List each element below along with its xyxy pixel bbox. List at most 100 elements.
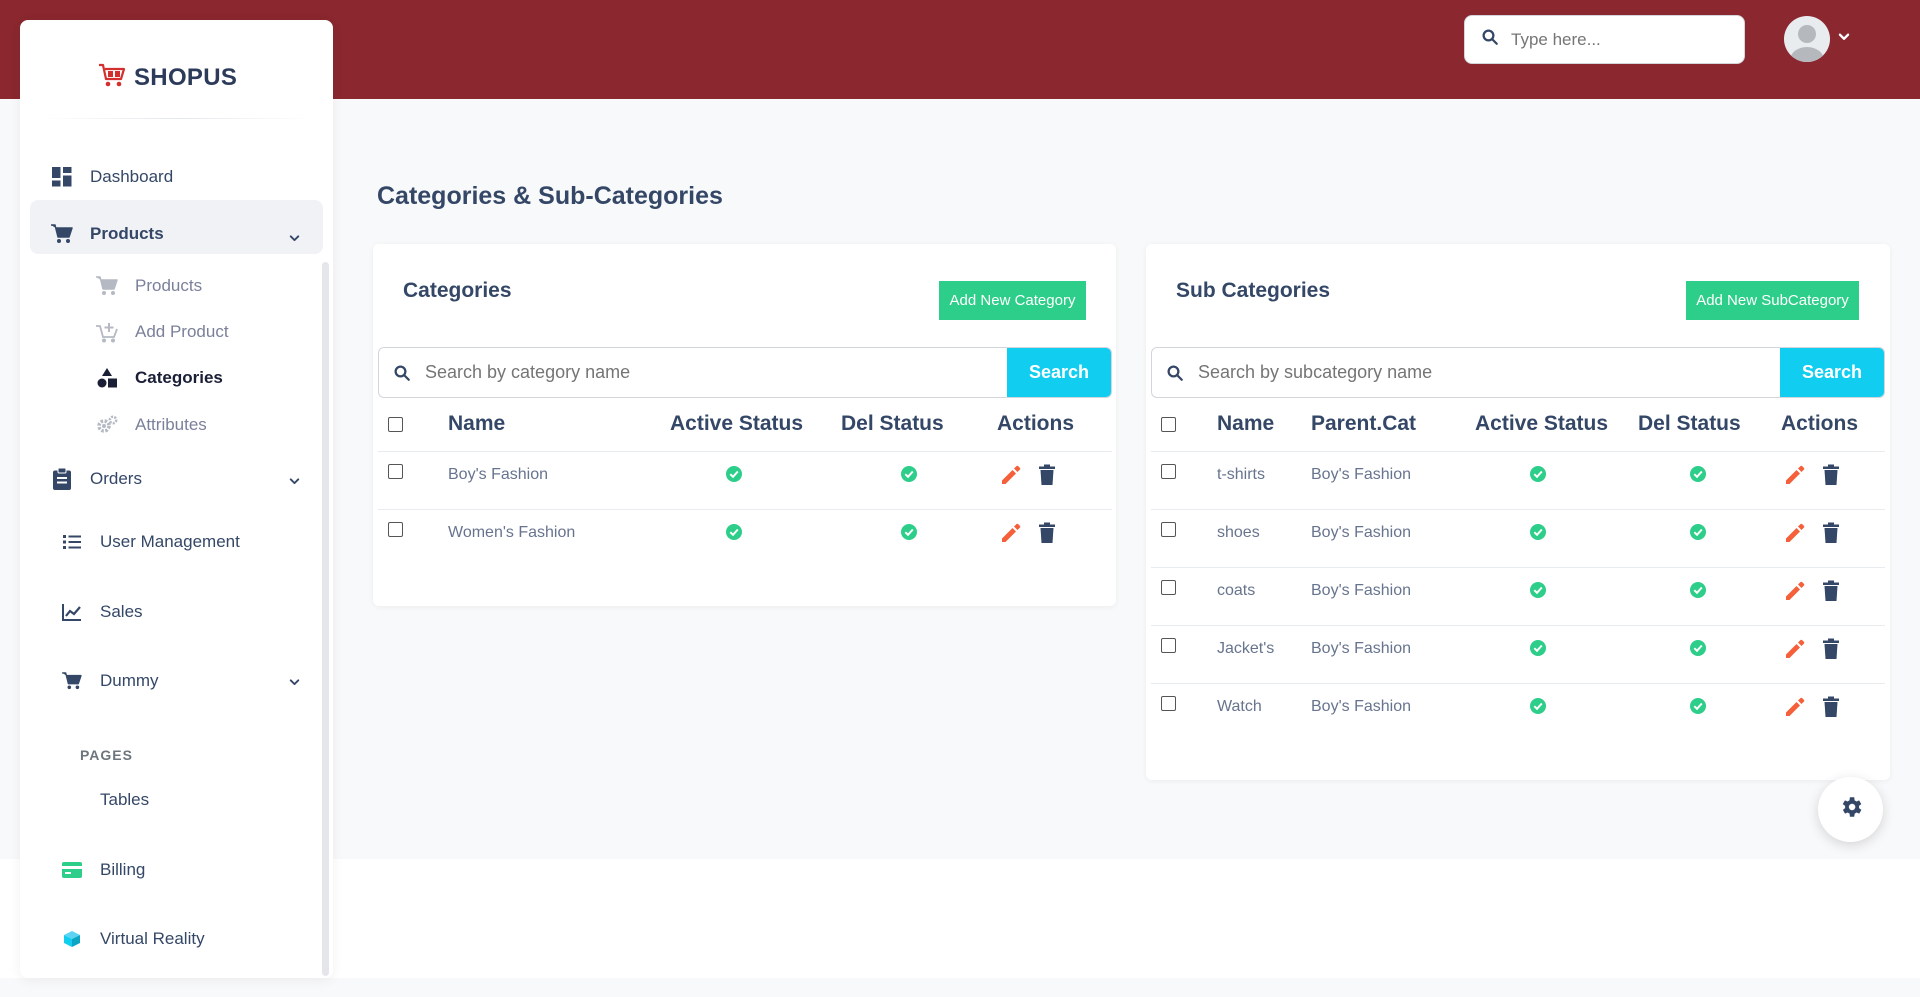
check-circle-icon (726, 524, 742, 540)
user-avatar[interactable] (1784, 16, 1830, 62)
subcategory-search-input[interactable] (1198, 348, 1780, 397)
row-checkbox[interactable] (1161, 580, 1176, 595)
row-checkbox[interactable] (1161, 696, 1176, 711)
check-circle-icon (901, 524, 917, 540)
category-search-bar: Search (378, 347, 1112, 398)
header-search-input[interactable] (1511, 29, 1731, 50)
sidebar-subitem-products[interactable]: Products (95, 274, 202, 298)
brand-logo[interactable]: SHOPUS (98, 62, 237, 93)
parent-category-cell: Boy's Fashion (1311, 524, 1411, 541)
sidebar-item-label: Dashboard (90, 167, 174, 186)
chevron-down-icon[interactable] (288, 232, 301, 250)
sidebar-subitem-label: Categories (135, 368, 223, 387)
subcategory-name-cell: t-shirts (1217, 466, 1265, 483)
cart-icon (50, 222, 74, 246)
pages-section-label: PAGES (80, 747, 133, 763)
check-circle-icon (1530, 582, 1546, 598)
sidebar-item-user-management[interactable]: User Management (60, 530, 240, 554)
subcategory-name-cell: shoes (1217, 524, 1260, 541)
row-checkbox[interactable] (1161, 464, 1176, 479)
category-name-cell: Women's Fashion (448, 524, 576, 541)
delete-trash-icon[interactable] (1819, 637, 1843, 661)
categories-card: Categories Add New Category Search Name … (373, 244, 1116, 606)
check-circle-icon (726, 466, 742, 482)
check-circle-icon (1530, 466, 1546, 482)
edit-pencil-icon[interactable] (1783, 579, 1807, 603)
sidebar-item-label: Tables (100, 790, 150, 809)
sidebar-item-orders[interactable]: Orders (50, 467, 142, 491)
edit-pencil-icon[interactable] (999, 463, 1023, 487)
delete-trash-icon[interactable] (1819, 521, 1843, 545)
delete-trash-icon[interactable] (1035, 463, 1059, 487)
delete-trash-icon[interactable] (1819, 579, 1843, 603)
chevron-down-icon[interactable] (288, 676, 301, 694)
column-header-name: Name (1217, 412, 1275, 435)
gear-icon (1838, 794, 1864, 825)
select-all-checkbox[interactable] (388, 417, 403, 432)
check-circle-icon (1690, 582, 1706, 598)
row-divider (1151, 451, 1885, 452)
check-circle-icon (1690, 698, 1706, 714)
credit-card-icon (60, 858, 84, 882)
add-subcategory-button[interactable]: Add New SubCategory (1686, 281, 1859, 320)
sidebar-item-billing[interactable]: Billing (60, 858, 145, 882)
check-circle-icon (1530, 524, 1546, 540)
edit-pencil-icon[interactable] (1783, 637, 1807, 661)
shapes-icon (95, 366, 119, 390)
sidebar-subitem-categories[interactable]: Categories (95, 366, 223, 390)
add-category-button[interactable]: Add New Category (939, 281, 1086, 320)
sidebar-subitem-attributes[interactable]: Attributes (95, 413, 207, 437)
settings-fab-button[interactable] (1818, 777, 1883, 842)
parent-category-cell: Boy's Fashion (1311, 466, 1411, 483)
check-circle-icon (1690, 466, 1706, 482)
select-all-checkbox[interactable] (1161, 417, 1176, 432)
sidebar-item-label: Virtual Reality (100, 929, 205, 948)
delete-trash-icon[interactable] (1035, 521, 1059, 545)
category-search-button[interactable]: Search (1007, 348, 1111, 397)
subcategory-search-button[interactable]: Search (1780, 348, 1884, 397)
row-checkbox[interactable] (1161, 522, 1176, 537)
cart-icon (60, 669, 84, 693)
sidebar-item-virtual-reality[interactable]: Virtual Reality (60, 927, 205, 951)
row-checkbox[interactable] (388, 464, 403, 479)
sidebar-scrollbar[interactable] (322, 262, 329, 976)
edit-pencil-icon[interactable] (1783, 521, 1807, 545)
sidebar-subitem-add-product[interactable]: Add Product (95, 320, 229, 344)
parent-category-cell: Boy's Fashion (1311, 640, 1411, 657)
brand-name: SHOPUS (134, 63, 238, 91)
search-icon (1152, 364, 1198, 382)
column-header-name: Name (448, 412, 506, 435)
check-circle-icon (901, 466, 917, 482)
sidebar-subitem-label: Attributes (135, 415, 207, 434)
header-search-box[interactable] (1464, 15, 1745, 64)
edit-pencil-icon[interactable] (1783, 463, 1807, 487)
row-checkbox[interactable] (1161, 638, 1176, 653)
sidebar-item-tables[interactable]: Tables (100, 790, 149, 810)
row-divider (378, 509, 1112, 510)
row-divider (378, 451, 1112, 452)
edit-pencil-icon[interactable] (999, 521, 1023, 545)
edit-pencil-icon[interactable] (1783, 695, 1807, 719)
sidebar-subitem-label: Products (135, 276, 203, 295)
parent-category-cell: Boy's Fashion (1311, 582, 1411, 599)
sidebar-item-dashboard[interactable]: Dashboard (50, 165, 173, 189)
subcategories-card: Sub Categories Add New SubCategory Searc… (1146, 244, 1890, 780)
sidebar-item-products[interactable]: Products (50, 222, 164, 246)
row-checkbox[interactable] (388, 522, 403, 537)
delete-trash-icon[interactable] (1819, 695, 1843, 719)
chevron-down-icon[interactable] (288, 475, 301, 493)
chart-line-icon (60, 600, 84, 624)
parent-category-cell: Boy's Fashion (1311, 698, 1411, 715)
sidebar-item-dummy[interactable]: Dummy (60, 669, 159, 693)
page-title: Categories & Sub-Categories (377, 182, 723, 210)
delete-trash-icon[interactable] (1819, 463, 1843, 487)
row-divider (1151, 683, 1885, 684)
chevron-down-icon[interactable] (1837, 30, 1851, 49)
subcategories-card-title: Sub Categories (1176, 279, 1331, 302)
column-header-actions: Actions (1781, 412, 1859, 435)
column-header-active-status: Active Status (1475, 412, 1609, 435)
row-divider (1151, 509, 1885, 510)
row-divider (1151, 625, 1885, 626)
category-search-input[interactable] (425, 348, 1007, 397)
sidebar-item-sales[interactable]: Sales (60, 600, 143, 624)
